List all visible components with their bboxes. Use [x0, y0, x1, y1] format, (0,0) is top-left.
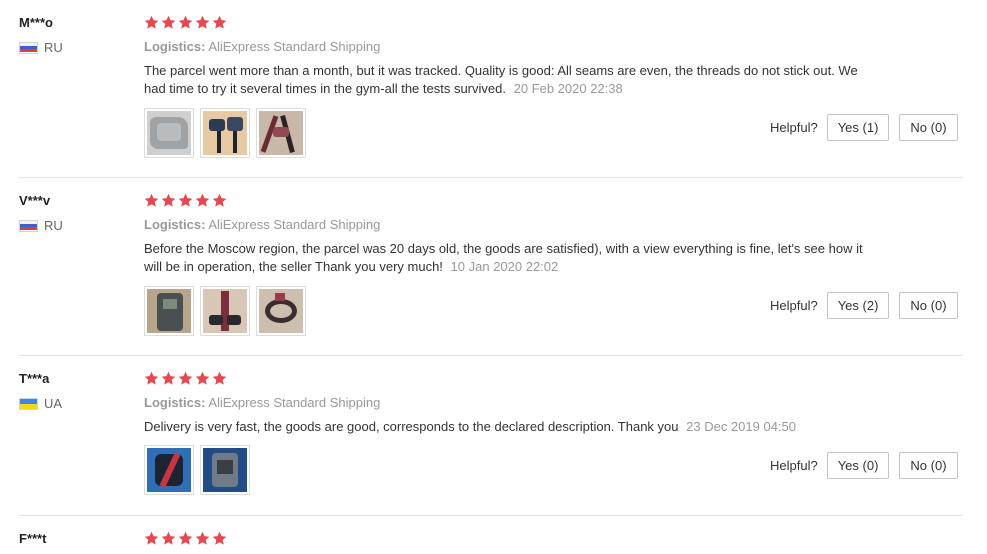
logistics-label: Logistics: — [144, 39, 206, 54]
review-photo-thumbnail[interactable] — [144, 108, 194, 158]
helpful-label: Helpful? — [770, 458, 818, 473]
band-loop-photo — [259, 289, 303, 333]
review-date: 10 Jan 2020 22:02 — [450, 259, 559, 274]
russia-flag-icon — [19, 41, 38, 54]
star-icon — [212, 531, 227, 545]
review-photo-thumbnail[interactable] — [144, 286, 194, 336]
logistics-info: Logistics: AliExpress Standard Shipping — [144, 217, 380, 232]
review-date: 20 Feb 2020 22:38 — [513, 81, 623, 96]
helpful-no-button[interactable]: No (0) — [899, 452, 958, 479]
logistics-method: AliExpress Standard Shipping — [208, 217, 381, 232]
star-icon — [161, 371, 176, 385]
star-icon — [144, 531, 159, 545]
review-photo-thumbnail[interactable] — [200, 445, 250, 495]
star-rating — [144, 531, 227, 546]
star-icon — [144, 371, 159, 385]
star-icon — [195, 371, 210, 385]
logistics-label: Logistics: — [144, 217, 206, 232]
helpful-vote: Helpful? Yes (1) No (0) — [770, 114, 958, 141]
star-icon — [161, 193, 176, 207]
review-photos — [144, 445, 250, 495]
review-divider — [18, 515, 963, 516]
grey-package-photo — [147, 111, 191, 155]
star-icon — [178, 15, 193, 29]
star-icon — [178, 371, 193, 385]
feedback-body: Delivery is very fast, the goods are goo… — [144, 419, 679, 434]
star-icon — [212, 371, 227, 385]
logistics-method: AliExpress Standard Shipping — [208, 395, 381, 410]
feedback-body: The parcel went more than a month, but i… — [144, 63, 858, 96]
review-photo-thumbnail[interactable] — [256, 286, 306, 336]
logistics-info: Logistics: AliExpress Standard Shipping — [144, 395, 380, 410]
package-blue-background-photo — [203, 448, 247, 492]
helpful-label: Helpful? — [770, 298, 818, 313]
helpful-no-button[interactable]: No (0) — [899, 114, 958, 141]
band-handles-photo — [203, 289, 247, 333]
star-rating — [144, 193, 227, 208]
review-text: Before the Moscow region, the parcel was… — [144, 240, 864, 276]
review-text: Delivery is very fast, the goods are goo… — [144, 418, 864, 436]
review-divider — [18, 355, 963, 356]
star-rating — [144, 15, 227, 30]
reviewer-name: T***a — [19, 371, 50, 386]
country-code: RU — [44, 218, 63, 233]
logistics-label: Logistics: — [144, 395, 206, 410]
star-icon — [161, 531, 176, 545]
country-code: RU — [44, 40, 63, 55]
helpful-vote: Helpful? Yes (0) No (0) — [770, 452, 958, 479]
review-date: 23 Dec 2019 04:50 — [686, 419, 796, 434]
star-icon — [178, 193, 193, 207]
review-photos — [144, 108, 306, 158]
review-photos — [144, 286, 306, 336]
star-icon — [195, 531, 210, 545]
resistance-band-dark-photo — [259, 111, 303, 155]
star-icon — [161, 15, 176, 29]
helpful-yes-button[interactable]: Yes (0) — [826, 452, 890, 479]
reviewer-name: M***o — [19, 15, 53, 30]
helpful-no-button[interactable]: No (0) — [899, 292, 958, 319]
helpful-yes-button[interactable]: Yes (1) — [826, 114, 890, 141]
helpful-vote: Helpful? Yes (2) No (0) — [770, 292, 958, 319]
star-icon — [195, 15, 210, 29]
bands-package-photo — [147, 289, 191, 333]
reviewer-name: V***v — [19, 193, 51, 208]
logistics-info: Logistics: AliExpress Standard Shipping — [144, 39, 380, 54]
reviewer-country: RU — [19, 218, 63, 233]
helpful-yes-button[interactable]: Yes (2) — [826, 292, 890, 319]
star-icon — [212, 193, 227, 207]
star-icon — [144, 15, 159, 29]
ukraine-flag-icon — [19, 397, 38, 410]
russia-flag-icon — [19, 219, 38, 232]
review-photo-thumbnail[interactable] — [200, 286, 250, 336]
star-icon — [195, 193, 210, 207]
star-rating — [144, 371, 227, 386]
review-photo-thumbnail[interactable] — [144, 445, 194, 495]
resistance-band-orange-photo — [203, 111, 247, 155]
reviewer-country: UA — [19, 396, 62, 411]
reviewer-name: F***t — [19, 531, 47, 546]
star-icon — [144, 193, 159, 207]
band-blue-background-photo — [147, 448, 191, 492]
review-photo-thumbnail[interactable] — [200, 108, 250, 158]
star-icon — [212, 15, 227, 29]
review-divider — [18, 177, 963, 178]
review-photo-thumbnail[interactable] — [256, 108, 306, 158]
helpful-label: Helpful? — [770, 120, 818, 135]
reviewer-country: RU — [19, 40, 63, 55]
review-text: The parcel went more than a month, but i… — [144, 62, 864, 98]
country-code: UA — [44, 396, 63, 411]
star-icon — [178, 531, 193, 545]
logistics-method: AliExpress Standard Shipping — [208, 39, 381, 54]
